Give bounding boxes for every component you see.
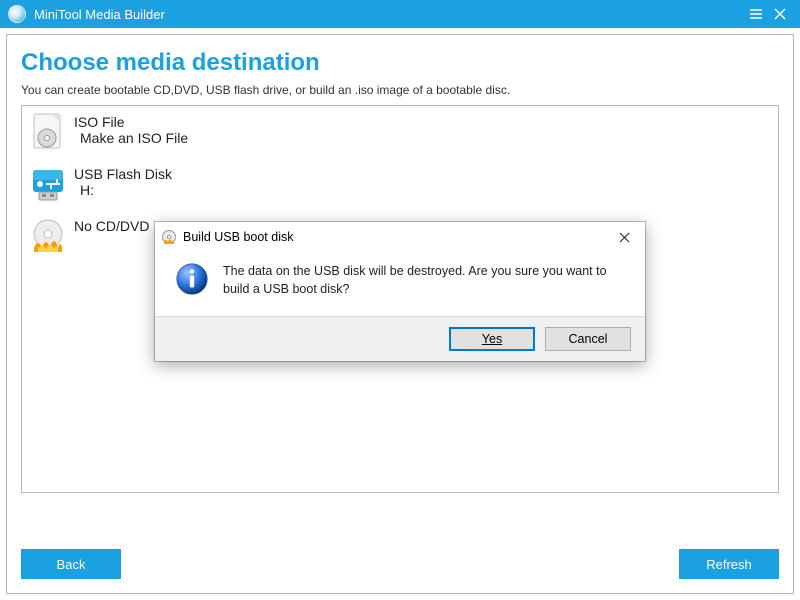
dialog-message: The data on the USB disk will be destroy… [223, 262, 625, 298]
dialog-app-icon [161, 229, 177, 245]
info-icon [175, 262, 209, 296]
dialog-close-icon[interactable] [609, 222, 639, 252]
dialog-titlebar: Build USB boot disk [155, 222, 645, 252]
confirm-dialog: Build USB boot disk The d [155, 222, 645, 361]
dialog-title: Build USB boot disk [183, 230, 293, 244]
yes-button[interactable]: Yes [449, 327, 535, 351]
cancel-button[interactable]: Cancel [545, 327, 631, 351]
